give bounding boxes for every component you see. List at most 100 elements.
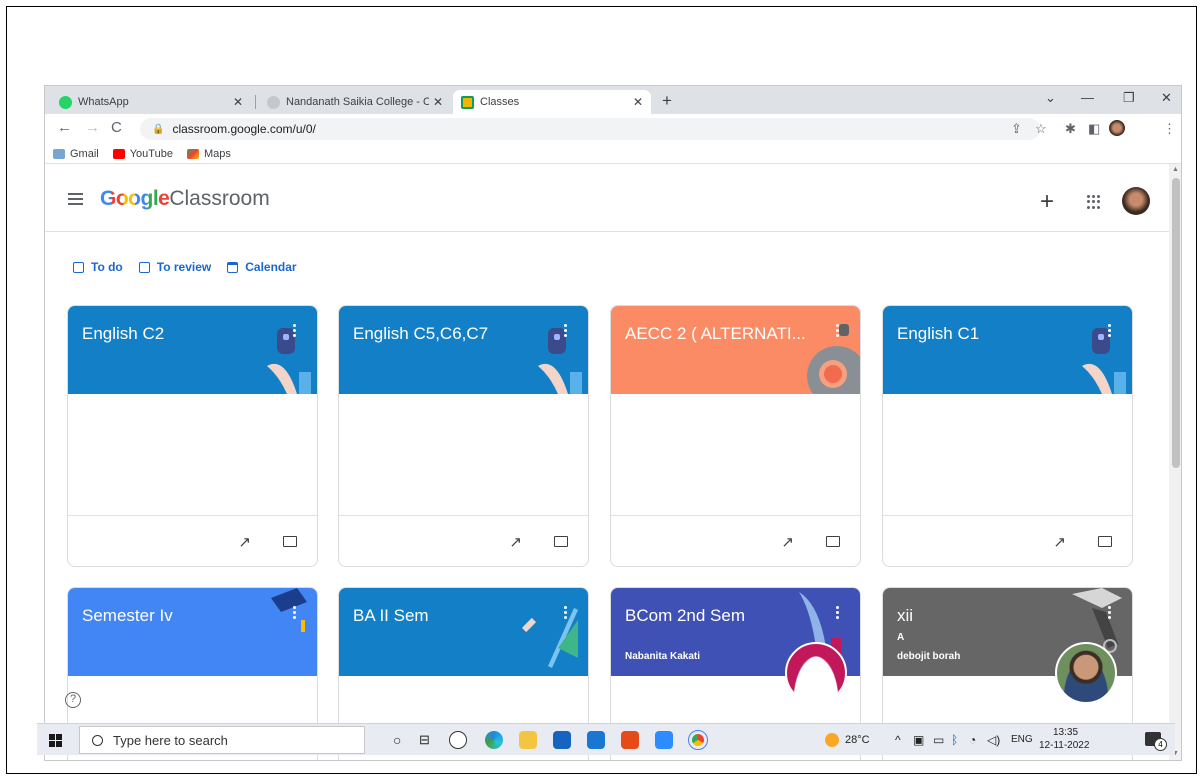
star-icon[interactable]: ☆	[1035, 121, 1047, 137]
create-join-class-button[interactable]: +	[1040, 188, 1054, 216]
class-theme-illustration	[521, 608, 578, 668]
class-title[interactable]: BCom 2nd Sem	[625, 606, 745, 626]
show-hidden-icons[interactable]: ^	[895, 733, 901, 747]
dell-icon[interactable]	[449, 731, 467, 749]
side-panel-icon[interactable]: ◧	[1088, 121, 1100, 137]
help-icon[interactable]: ?	[65, 692, 81, 708]
restore-button[interactable]: ❐	[1123, 90, 1135, 106]
bookmark-youtube[interactable]: YouTube	[112, 148, 173, 160]
gradebook-trend-icon[interactable]: ↗	[509, 533, 522, 551]
scroll-up-icon[interactable]: ▲	[1172, 166, 1179, 173]
folder-icon[interactable]	[283, 536, 297, 547]
teacher-avatar	[785, 642, 847, 704]
tab-whatsapp[interactable]: WhatsApp ✕	[51, 90, 251, 114]
file-explorer-icon[interactable]	[519, 731, 537, 749]
back-button[interactable]: ←	[57, 119, 72, 136]
chrome-icon[interactable]	[688, 730, 708, 750]
folder-icon[interactable]	[826, 536, 840, 547]
bluetooth-icon[interactable]: ᛒ	[951, 733, 958, 747]
folder-icon[interactable]	[554, 536, 568, 547]
bookmark-maps[interactable]: Maps	[186, 148, 231, 160]
class-title[interactable]: AECC 2 ( ALTERNATI...	[625, 324, 806, 344]
clock-time[interactable]: 13:35	[1053, 727, 1078, 738]
new-tab-button[interactable]: +	[662, 91, 672, 111]
class-title[interactable]: Semester Iv	[82, 606, 173, 626]
address-bar[interactable]: 🔒 classroom.google.com/u/0/	[140, 118, 1040, 140]
page-scrollbar[interactable]: ▲ ▼	[1169, 164, 1181, 760]
minimize-button[interactable]: —	[1081, 90, 1094, 105]
gradebook-trend-icon[interactable]: ↗	[238, 533, 251, 551]
class-theme-illustration	[1082, 328, 1126, 394]
to-review-link[interactable]: To review	[138, 260, 211, 274]
share-icon[interactable]: ⇪	[1011, 121, 1022, 137]
scrollbar-thumb[interactable]	[1172, 178, 1180, 468]
class-title[interactable]: English C5,C6,C7	[353, 324, 488, 344]
folder-icon[interactable]	[1098, 536, 1112, 547]
class-card-banner[interactable]: Semester Iv	[68, 588, 317, 676]
class-options-icon[interactable]	[293, 324, 297, 338]
close-icon[interactable]: ✕	[433, 95, 443, 109]
gradebook-trend-icon[interactable]: ↗	[781, 533, 794, 551]
hamburger-menu-icon[interactable]	[68, 193, 83, 205]
store-icon[interactable]	[553, 731, 571, 749]
class-options-icon[interactable]	[1108, 324, 1112, 338]
edge-icon[interactable]	[485, 731, 503, 749]
class-card-banner[interactable]: English C2	[68, 306, 317, 394]
network-icon[interactable]: ▣	[913, 733, 924, 747]
class-card-body	[339, 394, 588, 516]
forward-button[interactable]: →	[85, 119, 100, 136]
class-title[interactable]: English C2	[82, 324, 164, 344]
tab-search-icon[interactable]: ⌄	[1045, 90, 1056, 106]
class-card[interactable]: English C2 ↗	[67, 305, 318, 567]
class-card-banner[interactable]: English C1	[883, 306, 1132, 394]
tab-title: Classes	[480, 96, 520, 108]
to-do-link[interactable]: To do	[73, 260, 123, 274]
class-options-icon[interactable]	[564, 324, 568, 338]
language-indicator[interactable]: ENG	[1011, 734, 1033, 745]
close-icon[interactable]: ✕	[633, 95, 643, 109]
class-title[interactable]: xii	[897, 606, 913, 626]
google-apps-icon[interactable]	[1087, 195, 1101, 209]
class-title[interactable]: English C1	[897, 324, 979, 344]
class-card-banner[interactable]: BA II Sem	[339, 588, 588, 676]
zoom-icon[interactable]	[655, 731, 673, 749]
profile-avatar[interactable]	[1109, 120, 1125, 136]
action-center-icon[interactable]: 4	[1145, 732, 1167, 751]
wifi-icon[interactable]: ◔	[969, 733, 976, 747]
clock-date[interactable]: 12-11-2022	[1039, 740, 1089, 751]
google-classroom-logo[interactable]: GoogleClassroom	[100, 187, 270, 211]
class-title[interactable]: BA II Sem	[353, 606, 429, 626]
task-view-icon[interactable]: ⊟	[419, 732, 430, 748]
class-card-banner[interactable]: AECC 2 ( ALTERNATI...	[611, 306, 860, 394]
tab-classes[interactable]: Classes ✕	[453, 90, 651, 114]
windows-start-icon[interactable]	[49, 734, 62, 747]
gradebook-trend-icon[interactable]: ↗	[1053, 533, 1066, 551]
weather-icon[interactable]	[825, 733, 839, 747]
window-close-button[interactable]: ✕	[1161, 90, 1172, 106]
mail-icon[interactable]	[587, 731, 605, 749]
volume-icon[interactable]: ◁)	[987, 733, 1000, 747]
cortana-icon[interactable]: ○	[393, 732, 401, 748]
close-icon[interactable]: ✕	[233, 95, 243, 109]
class-options-icon[interactable]	[836, 324, 840, 338]
class-options-icon[interactable]	[836, 606, 840, 620]
class-options-icon[interactable]	[564, 606, 568, 620]
class-options-icon[interactable]	[1108, 606, 1112, 620]
office-icon[interactable]	[621, 731, 639, 749]
class-card[interactable]: English C1 ↗	[882, 305, 1133, 567]
reload-button[interactable]: C	[111, 119, 122, 136]
account-avatar[interactable]	[1122, 187, 1150, 215]
bookmark-gmail[interactable]: Gmail	[53, 148, 99, 160]
class-options-icon[interactable]	[293, 606, 297, 620]
menu-icon[interactable]: ⋮	[1163, 121, 1176, 137]
class-card-banner[interactable]: English C5,C6,C7	[339, 306, 588, 394]
tab-college[interactable]: Nandanath Saikia College - Orga ✕	[259, 90, 451, 114]
teacher-avatar	[1055, 642, 1117, 704]
class-card[interactable]: AECC 2 ( ALTERNATI... ↗	[610, 305, 861, 567]
taskbar-search-box[interactable]: Type here to search	[79, 726, 365, 754]
calendar-link[interactable]: Calendar	[227, 260, 297, 274]
battery-icon[interactable]: ▭	[933, 733, 944, 747]
extensions-icon[interactable]: ✱	[1065, 121, 1076, 137]
weather-temp[interactable]: 28°C	[845, 734, 870, 746]
class-card[interactable]: English C5,C6,C7 ↗	[338, 305, 589, 567]
